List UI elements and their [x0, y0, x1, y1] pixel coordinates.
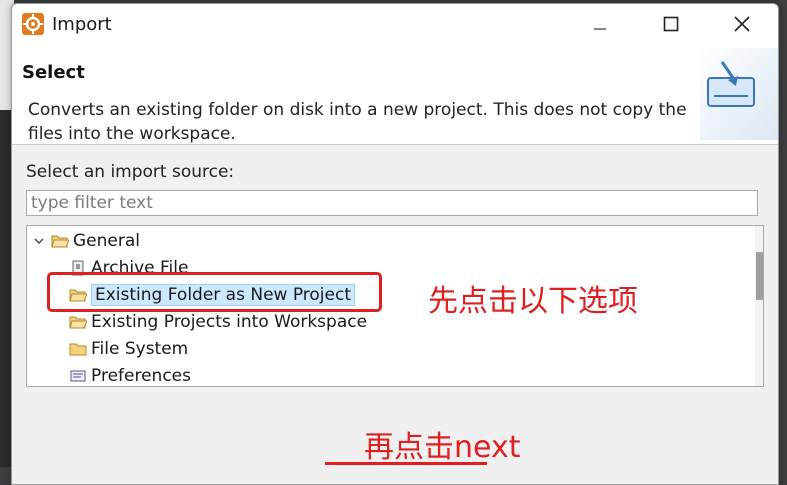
tree-group-general[interactable]: General [31, 228, 140, 254]
open-folder-icon [69, 313, 87, 331]
tree-item-existing-projects[interactable]: Existing Projects into Workspace [69, 309, 367, 335]
import-dialog: Import Select Converts an existing folde… [11, 3, 779, 485]
window-title: Import [52, 14, 112, 35]
chevron-down-icon[interactable] [31, 233, 47, 249]
page-title: Select [22, 62, 85, 83]
tree-item-label: Preferences [91, 366, 191, 386]
tree-item-preferences[interactable]: Preferences [69, 363, 191, 386]
annotation-step1-text: 先点击以下选项 [428, 284, 638, 319]
maximize-button[interactable] [648, 4, 694, 44]
import-source-label: Select an import source: [26, 162, 235, 182]
tree-group-label: General [73, 231, 140, 251]
annotation-step2-text: 再点击next [364, 430, 521, 465]
minimize-icon [594, 28, 606, 30]
tree-item-label: File System [91, 339, 189, 359]
title-bar: Import [12, 4, 778, 44]
tree-item-label: Existing Projects into Workspace [91, 312, 368, 332]
close-button[interactable] [719, 4, 765, 44]
annotation-highlight-box [47, 272, 382, 312]
folder-icon [69, 340, 87, 358]
tree-scrollbar[interactable] [755, 226, 763, 386]
filter-input[interactable] [26, 190, 758, 216]
close-icon [734, 16, 750, 32]
minimize-button[interactable] [577, 4, 623, 44]
tree-item-file-system[interactable]: File System [69, 336, 188, 362]
maximize-icon [663, 16, 679, 32]
annotation-next-button-highlight [325, 462, 487, 475]
wizard-header: Select Converts an existing folder on di… [12, 44, 778, 145]
eclipse-app-icon [22, 13, 44, 35]
page-description: Converts an existing folder on disk into… [28, 100, 687, 144]
import-wizard-banner-icon [700, 48, 778, 140]
open-folder-icon [51, 232, 69, 250]
scrollbar-thumb[interactable] [756, 252, 763, 300]
preferences-icon [69, 367, 87, 385]
